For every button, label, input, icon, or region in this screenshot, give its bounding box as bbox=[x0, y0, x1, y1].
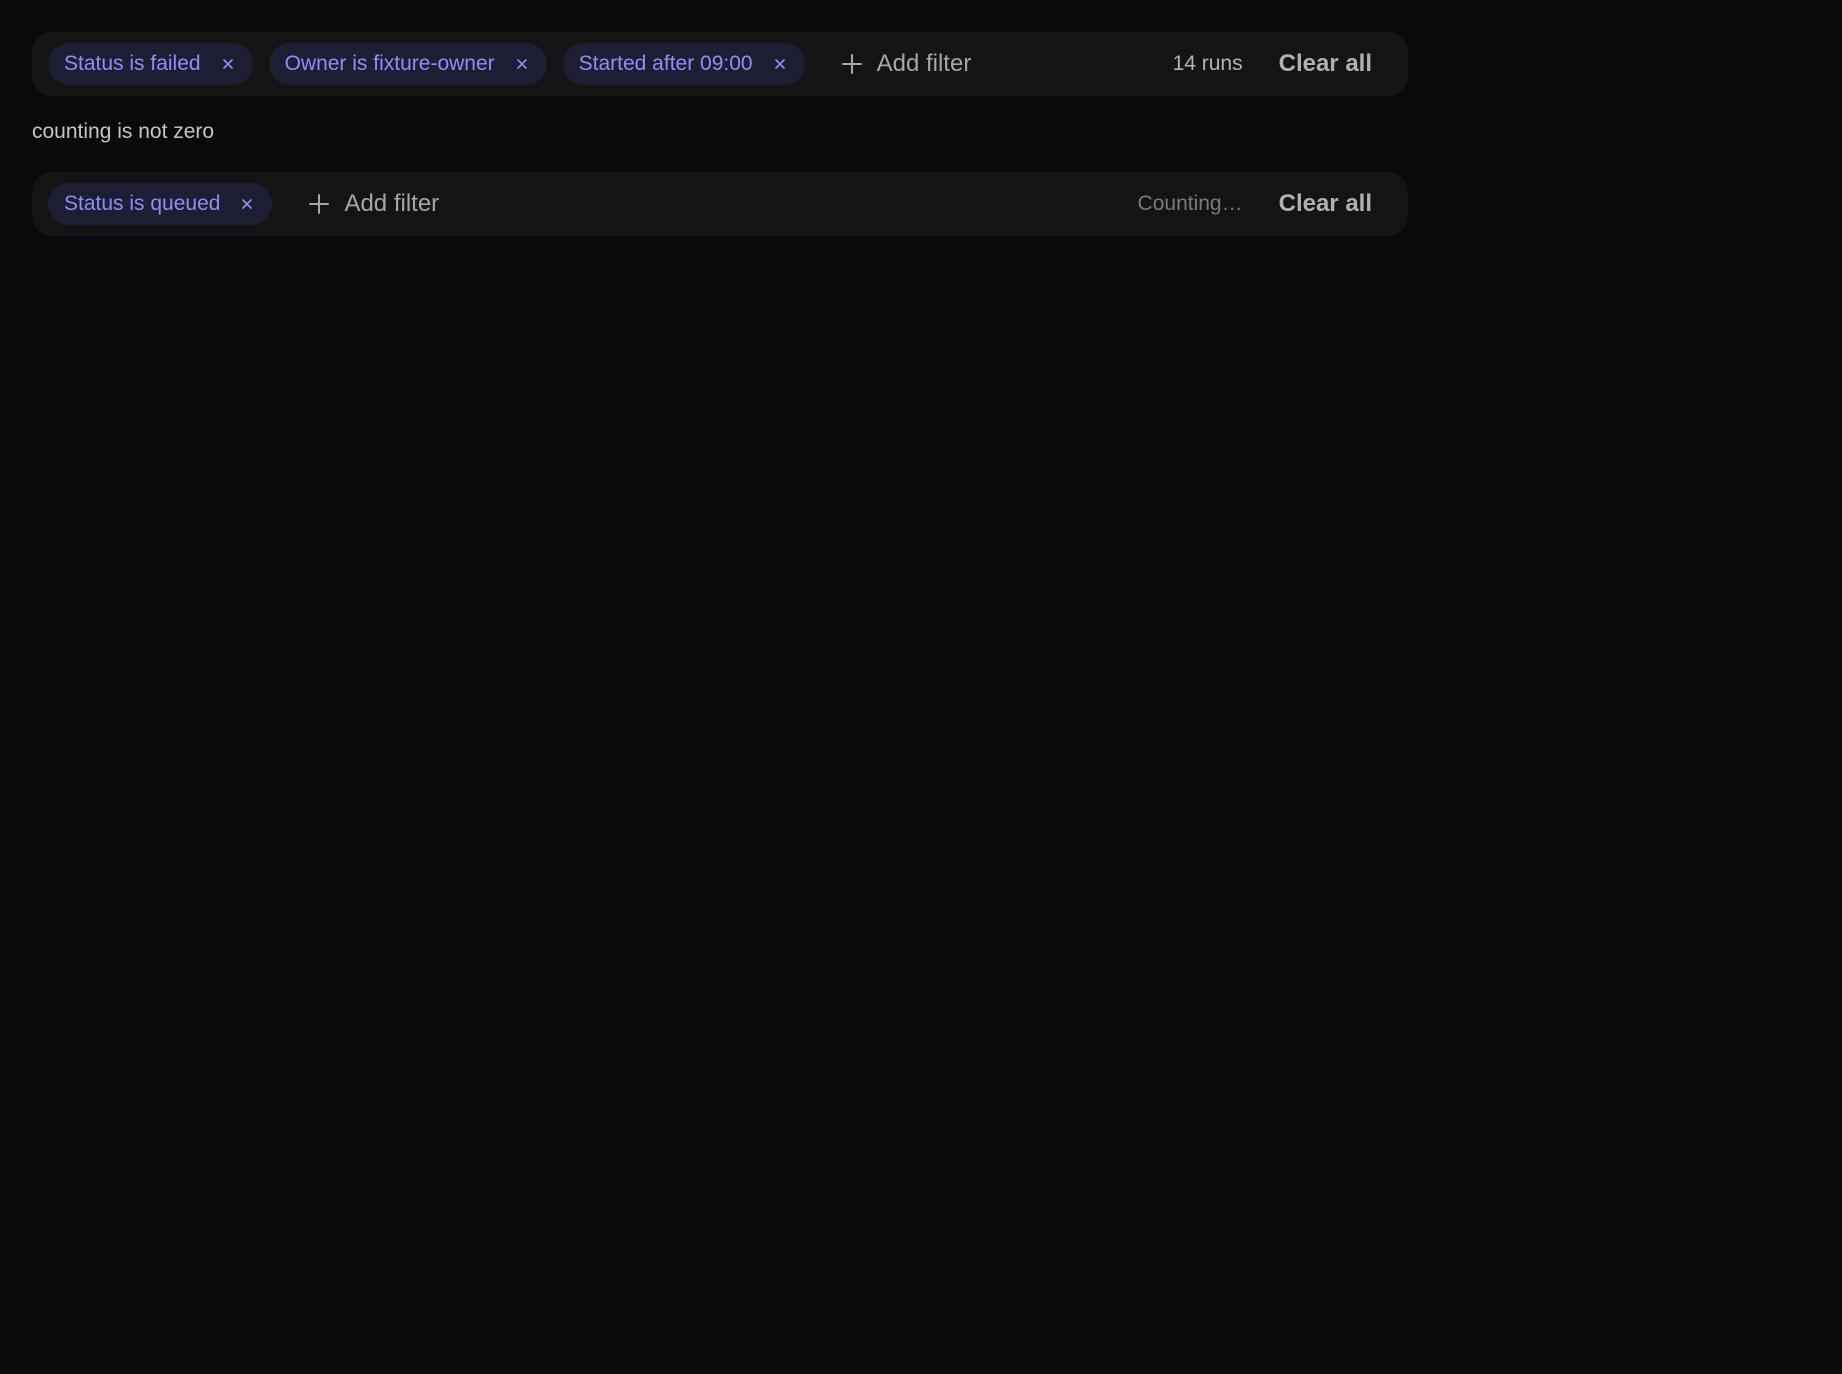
add-filter-button[interactable]: Add filter bbox=[841, 50, 972, 78]
plus-icon bbox=[841, 53, 863, 75]
run-count: Counting… bbox=[1137, 192, 1243, 215]
run-count: 14 runs bbox=[1172, 52, 1243, 75]
add-filter-label: Add filter bbox=[876, 50, 972, 77]
close-icon[interactable] bbox=[773, 57, 787, 71]
filter-chip-label: Owner is fixture-owner bbox=[284, 52, 495, 75]
filter-chip-label: Status is queued bbox=[64, 192, 221, 215]
add-filter-label: Add filter bbox=[344, 190, 440, 217]
filter-chip-started-after[interactable]: Started after 09:00 bbox=[562, 43, 805, 85]
caption-text: counting is not zero bbox=[32, 120, 215, 143]
filter-chip-status-failed[interactable]: Status is failed bbox=[48, 43, 253, 85]
filter-chip-label: Started after 09:00 bbox=[578, 52, 753, 75]
filter-chip-label: Status is failed bbox=[64, 52, 201, 75]
clear-all-button[interactable]: Clear all bbox=[1279, 190, 1372, 218]
filter-bar: Status is failed Owner is fixture-owner … bbox=[32, 32, 1408, 96]
filter-chip-status-queued[interactable]: Status is queued bbox=[48, 183, 273, 225]
close-icon[interactable] bbox=[515, 57, 529, 71]
add-filter-button[interactable]: Add filter bbox=[308, 190, 439, 218]
filter-bar: Status is queued Add filter Counting… Cl… bbox=[32, 172, 1408, 236]
close-icon[interactable] bbox=[221, 57, 235, 71]
filter-chip-owner[interactable]: Owner is fixture-owner bbox=[268, 43, 547, 85]
close-icon[interactable] bbox=[240, 197, 254, 211]
clear-all-button[interactable]: Clear all bbox=[1279, 50, 1372, 78]
plus-icon bbox=[308, 193, 330, 215]
